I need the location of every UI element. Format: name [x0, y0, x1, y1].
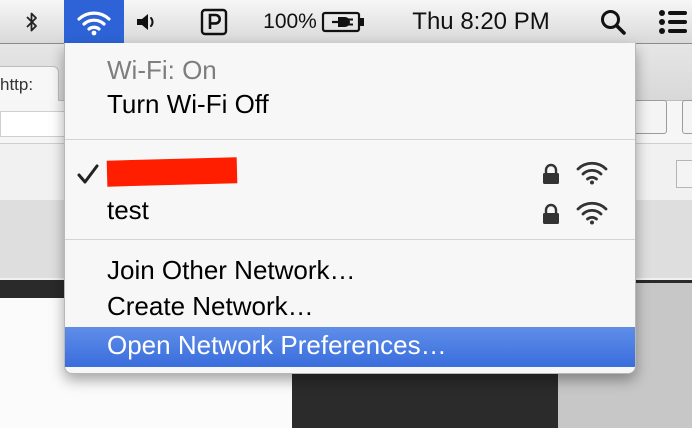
- wifi-status-label: Wi-Fi: On: [107, 55, 217, 85]
- notification-center-icon[interactable]: [654, 0, 692, 43]
- browser-tab-label: http:: [0, 75, 34, 94]
- battery-charging-icon: [321, 11, 364, 32]
- volume-icon[interactable]: [130, 0, 164, 43]
- bluetooth-icon[interactable]: [20, 0, 44, 43]
- network-item-test[interactable]: test: [65, 193, 635, 233]
- network-name: test: [107, 195, 149, 225]
- menu-separator: [65, 139, 635, 140]
- parking-icon[interactable]: [196, 0, 232, 43]
- battery-status[interactable]: 100%: [254, 0, 374, 43]
- join-other-network-label: Join Other Network…: [107, 255, 356, 285]
- open-network-preferences-label: Open Network Preferences…: [107, 330, 447, 360]
- menu-separator: [65, 239, 635, 240]
- checkmark-icon: [77, 161, 99, 192]
- menu-bar: 100% Thu 8:20 PM: [0, 0, 692, 44]
- open-network-preferences-item[interactable]: Open Network Preferences…: [65, 327, 635, 367]
- wifi-signal-icon: [575, 159, 609, 192]
- toolbar-button[interactable]: [682, 100, 692, 134]
- clock[interactable]: Thu 8:20 PM: [392, 0, 570, 43]
- lock-icon: [541, 161, 561, 192]
- redaction-mark: [106, 157, 238, 187]
- create-network-label: Create Network…: [107, 291, 314, 321]
- spotlight-search-icon[interactable]: [596, 0, 630, 43]
- lock-icon: [541, 201, 561, 232]
- wifi-icon[interactable]: [64, 0, 124, 43]
- browser-tab[interactable]: http:: [0, 66, 59, 104]
- toolbar-button[interactable]: [633, 100, 667, 134]
- battery-percent: 100%: [263, 9, 317, 33]
- turn-wifi-off-label: Turn Wi-Fi Off: [107, 89, 269, 119]
- wifi-signal-icon: [575, 199, 609, 232]
- wifi-menu: Wi-Fi: On Turn Wi-Fi Off test Join Other…: [64, 43, 636, 374]
- network-item-connected[interactable]: [65, 153, 635, 193]
- toolbar-button[interactable]: [676, 160, 692, 188]
